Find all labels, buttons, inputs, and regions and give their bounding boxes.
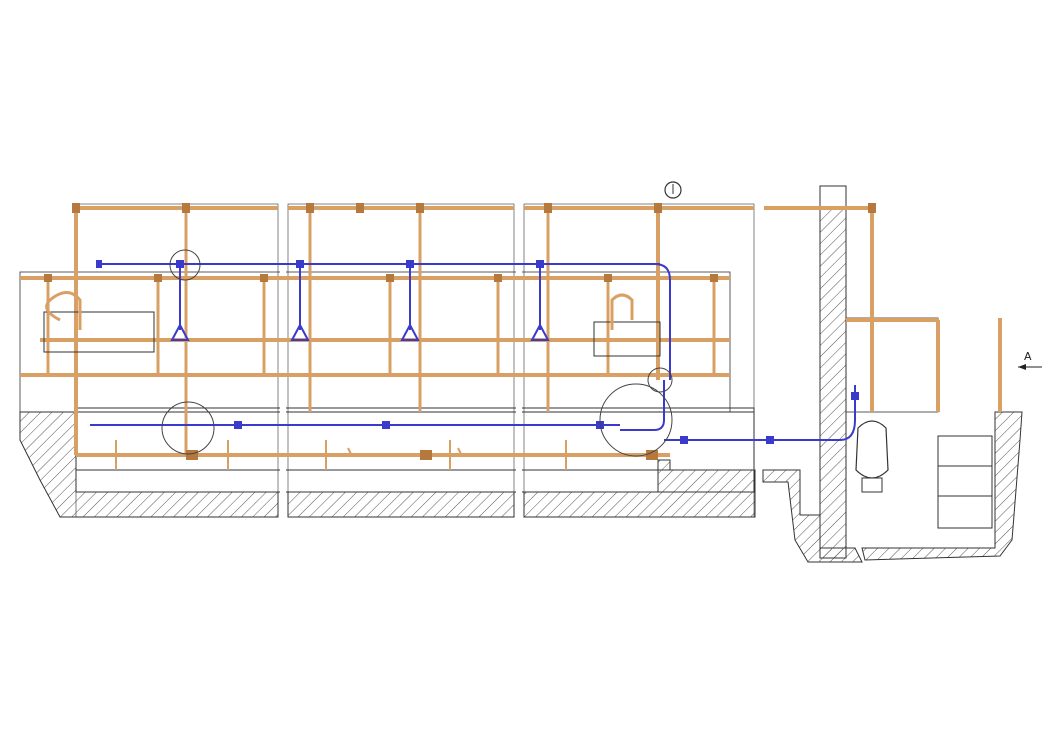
- air-fittings: [96, 260, 859, 444]
- section-marker: A: [1018, 350, 1042, 370]
- blower-loop-right: [610, 293, 634, 330]
- air-down-to-tank: [620, 380, 665, 431]
- ground-hatch-middle: [287, 491, 515, 518]
- section-label: A: [1024, 350, 1032, 363]
- column-top-cap: [819, 185, 847, 209]
- stair-box: [937, 435, 993, 529]
- piping-elevation-drawing: A: [19, 181, 1042, 563]
- detail-circle-2: [161, 401, 215, 455]
- pipe-fittings: [44, 203, 876, 460]
- section-arrow-head: [1018, 364, 1026, 370]
- pump-room-outline: [845, 317, 939, 413]
- column-wall-hatched: [819, 207, 847, 559]
- detail-circle-3: [599, 383, 673, 457]
- pump-base: [861, 477, 883, 493]
- main-pipes: [20, 206, 1002, 457]
- blower-unit-left: [43, 311, 155, 353]
- ground-hatch-right-tank: [523, 459, 756, 518]
- pipe-verticals: [46, 208, 716, 455]
- pump-body: [855, 420, 889, 479]
- air-pipes: [90, 263, 856, 441]
- pump-pit-hatch: [762, 469, 863, 563]
